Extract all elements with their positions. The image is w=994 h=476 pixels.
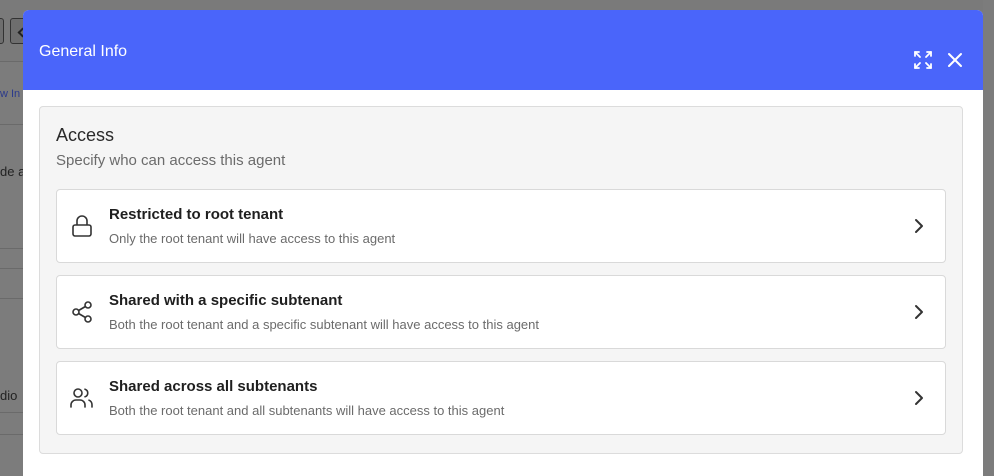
chevron-right-icon <box>909 216 929 236</box>
dialog-header: General Info <box>23 10 983 90</box>
option-text: Shared with a specific subtenant Both th… <box>109 292 909 332</box>
dialog-header-actions <box>913 50 965 70</box>
expand-icon[interactable] <box>913 50 933 70</box>
close-icon[interactable] <box>945 50 965 70</box>
background-button <box>0 18 4 44</box>
option-restricted-root-tenant[interactable]: Restricted to root tenant Only the root … <box>56 189 946 263</box>
share-icon <box>69 299 95 325</box>
access-panel: Access Specify who can access this agent… <box>39 106 963 454</box>
dialog-body: Access Specify who can access this agent… <box>23 90 983 454</box>
option-title: Shared across all subtenants <box>109 378 318 395</box>
option-title: Restricted to root tenant <box>109 206 284 223</box>
general-info-dialog: General Info Access Specify who can acce… <box>23 10 983 476</box>
lock-icon <box>69 213 95 239</box>
background-edge <box>983 0 994 476</box>
option-shared-all-subtenants[interactable]: Shared across all subtenants Both the ro… <box>56 361 946 435</box>
chevron-right-icon <box>909 388 929 408</box>
access-options: Restricted to root tenant Only the root … <box>56 189 946 435</box>
access-title: Access <box>56 125 115 145</box>
access-subtitle: Specify who can access this agent <box>56 152 286 169</box>
option-text: Restricted to root tenant Only the root … <box>109 206 909 246</box>
dialog-title: General Info <box>39 43 128 60</box>
users-icon <box>69 385 95 411</box>
option-title: Shared with a specific subtenant <box>109 292 343 309</box>
option-description: Both the root tenant and a specific subt… <box>109 317 539 332</box>
option-description: Only the root tenant will have access to… <box>109 231 396 246</box>
option-text: Shared across all subtenants Both the ro… <box>109 378 909 418</box>
option-shared-specific-subtenant[interactable]: Shared with a specific subtenant Both th… <box>56 275 946 349</box>
chevron-right-icon <box>909 302 929 322</box>
option-description: Both the root tenant and all subtenants … <box>109 403 505 418</box>
